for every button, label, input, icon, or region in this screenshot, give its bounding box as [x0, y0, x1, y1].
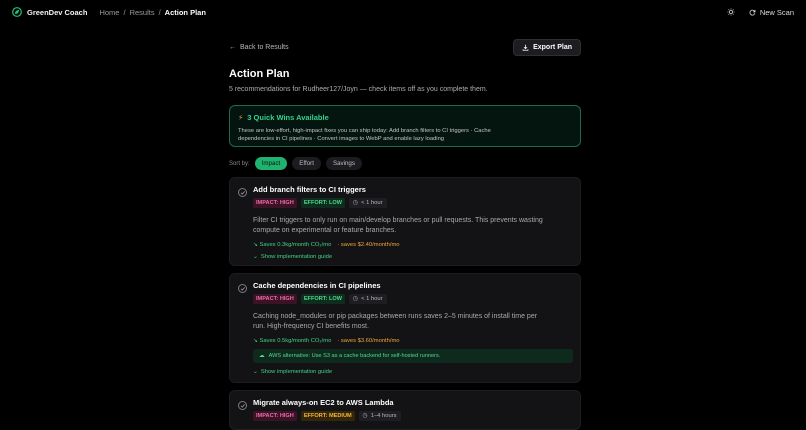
recommendation-card: Cache dependencies in CI pipelines IMPAC… — [229, 273, 581, 383]
time-value: < 1 hour — [361, 200, 383, 206]
time-estimate: ◷ < 1 hour — [349, 294, 387, 304]
co2-value: Saves 0.3kg/month CO₂/mo — [259, 242, 332, 249]
breadcrumb-separator: / — [123, 7, 126, 17]
refresh-icon — [749, 9, 756, 15]
show-guide-toggle[interactable]: ⌄ Show implementation guide — [253, 369, 572, 375]
breadcrumb-separator: / — [158, 7, 161, 17]
export-plan-button[interactable]: Export Plan — [513, 38, 581, 56]
sort-label: Sort by: — [229, 160, 250, 167]
new-scan-button[interactable]: New Scan — [749, 8, 794, 17]
co2-savings: ↘ Saves 0.3kg/month CO₂/mo — [253, 242, 331, 248]
leaf-logo-icon — [12, 7, 22, 17]
guide-label: Show implementation guide — [260, 254, 333, 261]
check-icon — [240, 287, 245, 291]
sort-option-impact[interactable]: Impact — [254, 157, 288, 170]
card-title: Migrate always-on EC2 to AWS Lambda — [253, 398, 394, 407]
aws-alternative-note: ☁ AWS alternative: Use S3 as a cache bac… — [253, 349, 573, 364]
chevron-down-icon: ⌄ — [253, 254, 258, 261]
time-value: 1–4 hours — [370, 413, 397, 419]
card-title: Add branch filters to CI triggers — [253, 185, 366, 194]
sort-option-effort[interactable]: Effort — [292, 157, 321, 170]
card-description: Caching node_modules or pip packages bet… — [253, 313, 538, 331]
quick-wins-title: 3 Quick Wins Available — [247, 113, 329, 122]
app-logo[interactable]: GreenDev Coach — [12, 7, 87, 17]
time-estimate: ◷ 1–4 hours — [358, 411, 401, 421]
time-estimate: ◷ < 1 hour — [349, 198, 387, 208]
breadcrumb-home[interactable]: Home — [99, 8, 119, 17]
complete-checkbox[interactable] — [238, 284, 247, 293]
sort-bar: Sort by: Impact Effort Savings — [229, 157, 581, 170]
top-bar: GreenDev Coach Home / Results / Action P… — [0, 0, 806, 24]
card-description: Filter CI triggers to only run on main/d… — [253, 217, 543, 235]
check-icon — [240, 191, 245, 195]
app-name: GreenDev Coach — [27, 7, 88, 17]
co2-value: Saves 0.5kg/month CO₂/mo — [259, 338, 332, 345]
money-savings: · saves $2.40/month/mo — [337, 242, 400, 249]
arrow-left-icon: ← — [229, 43, 236, 51]
download-icon — [522, 44, 529, 51]
breadcrumb-current: Action Plan — [164, 7, 206, 17]
export-label: Export Plan — [533, 43, 572, 51]
quick-wins-banner: ⚡ 3 Quick Wins Available These are low-e… — [229, 105, 581, 147]
sort-option-savings[interactable]: Savings — [325, 157, 362, 170]
guide-label: Show implementation guide — [260, 369, 333, 376]
cloud-icon: ☁ — [259, 353, 265, 360]
card-title: Cache dependencies in CI pipelines — [253, 281, 381, 290]
impact-badge: IMPACT: HIGH — [253, 411, 297, 421]
effort-badge: EFFORT: LOW — [300, 198, 346, 208]
co2-savings: ↘ Saves 0.5kg/month CO₂/mo — [253, 338, 331, 344]
clock-icon: ◷ — [353, 200, 359, 206]
breadcrumb-results[interactable]: Results — [130, 8, 155, 17]
back-label: Back to Results — [240, 43, 289, 51]
new-scan-label: New Scan — [759, 7, 794, 17]
effort-badge: EFFORT: MEDIUM — [300, 411, 355, 421]
clock-icon: ◷ — [362, 413, 368, 419]
check-icon — [240, 404, 245, 408]
impact-badge: IMPACT: HIGH — [253, 294, 297, 304]
show-guide-toggle[interactable]: ⌄ Show implementation guide — [253, 254, 572, 260]
time-value: < 1 hour — [361, 296, 383, 302]
recommendation-card: Migrate always-on EC2 to AWS Lambda IMPA… — [229, 390, 581, 430]
sun-icon[interactable] — [727, 8, 735, 16]
chevron-down-icon: ⌄ — [253, 369, 258, 376]
aws-note-text: AWS alternative: Use S3 as a cache backe… — [268, 353, 441, 360]
complete-checkbox[interactable] — [238, 401, 247, 410]
complete-checkbox[interactable] — [238, 188, 247, 197]
page-subtitle: 5 recommendations for Rudheer127/Joyn — … — [229, 86, 488, 93]
impact-badge: IMPACT: HIGH — [253, 198, 297, 208]
page-title: Action Plan — [229, 68, 290, 80]
quick-wins-body: These are low-effort, high-impact fixes … — [238, 128, 491, 143]
effort-badge: EFFORT: LOW — [300, 294, 346, 304]
main-content: ← Back to Results Export Plan Action Pla… — [229, 38, 581, 430]
breadcrumb: Home / Results / Action Plan — [99, 8, 205, 17]
lightning-icon: ⚡ — [238, 113, 244, 122]
money-savings: · saves $3.60/month/mo — [337, 338, 400, 345]
clock-icon: ◷ — [353, 296, 359, 302]
recommendation-card: Add branch filters to CI triggers IMPACT… — [229, 177, 581, 266]
back-to-results-link[interactable]: ← Back to Results — [229, 44, 289, 51]
